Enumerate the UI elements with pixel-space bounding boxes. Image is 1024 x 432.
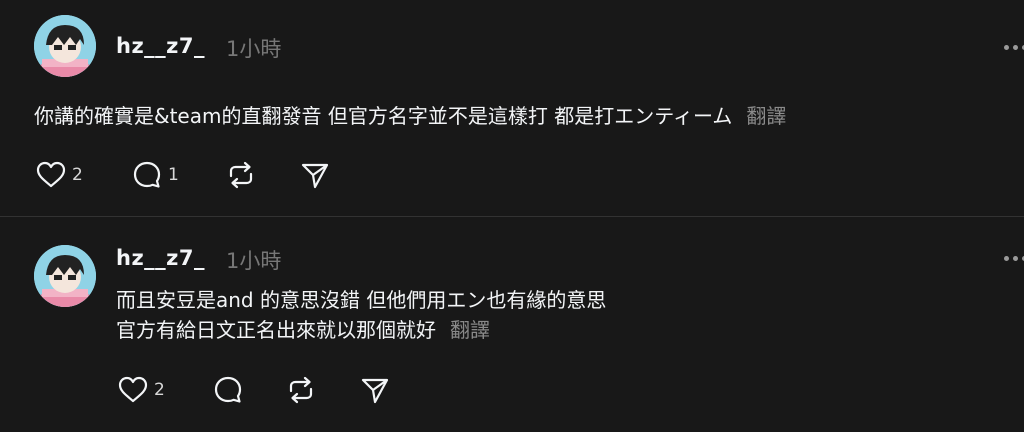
- share-icon: [360, 375, 390, 405]
- like-count: 2: [72, 165, 83, 185]
- reply-button[interactable]: [213, 374, 249, 406]
- post-text: 而且安豆是and 的意思沒錯 但他們用エン也有緣的意思 官方有給日文正名出來就以…: [116, 285, 606, 345]
- avatar[interactable]: [34, 15, 96, 77]
- reply-button[interactable]: 1: [132, 159, 179, 191]
- more-options-icon[interactable]: [1004, 256, 1024, 262]
- repost-button[interactable]: [285, 374, 317, 406]
- timestamp[interactable]: 1小時: [226, 33, 281, 63]
- reply-count: 1: [168, 165, 179, 185]
- thread-post: hz__z7_ 1小時 你講的確實是&team的直翻發音 但官方名字並不是這樣打…: [0, 0, 1024, 216]
- like-button[interactable]: 2: [36, 159, 83, 191]
- like-button[interactable]: 2: [118, 374, 165, 406]
- share-button[interactable]: [300, 159, 330, 191]
- share-icon: [300, 160, 330, 190]
- thread-post: hz__z7_ 1小時 而且安豆是and 的意思沒錯 但他們用エン也有緣的意思 …: [0, 216, 1024, 432]
- timestamp[interactable]: 1小時: [226, 245, 281, 275]
- like-count: 2: [154, 380, 165, 400]
- post-text-line: 官方有給日文正名出來就以那個就好: [116, 318, 436, 342]
- comment-icon: [132, 160, 162, 190]
- heart-icon: [36, 161, 66, 189]
- comment-icon: [213, 375, 243, 405]
- post-text-line: 你講的確實是&team的直翻發音 但官方名字並不是這樣打 都是打エンティーム: [34, 104, 733, 128]
- username[interactable]: hz__z7_: [116, 34, 205, 58]
- translate-link[interactable]: 翻譯: [450, 318, 490, 342]
- repost-icon: [285, 375, 317, 405]
- post-text-line-wrap: 官方有給日文正名出來就以那個就好 翻譯: [116, 315, 606, 345]
- heart-icon: [118, 376, 148, 404]
- repost-icon: [225, 160, 257, 190]
- more-options-icon[interactable]: [1004, 45, 1024, 51]
- translate-link[interactable]: 翻譯: [746, 104, 786, 128]
- username[interactable]: hz__z7_: [116, 246, 205, 270]
- avatar[interactable]: [34, 245, 96, 307]
- share-button[interactable]: [360, 374, 390, 406]
- post-text: 你講的確實是&team的直翻發音 但官方名字並不是這樣打 都是打エンティーム 翻譯: [34, 101, 786, 131]
- repost-button[interactable]: [225, 159, 257, 191]
- post-text-line: 而且安豆是and 的意思沒錯 但他們用エン也有緣的意思: [116, 288, 607, 312]
